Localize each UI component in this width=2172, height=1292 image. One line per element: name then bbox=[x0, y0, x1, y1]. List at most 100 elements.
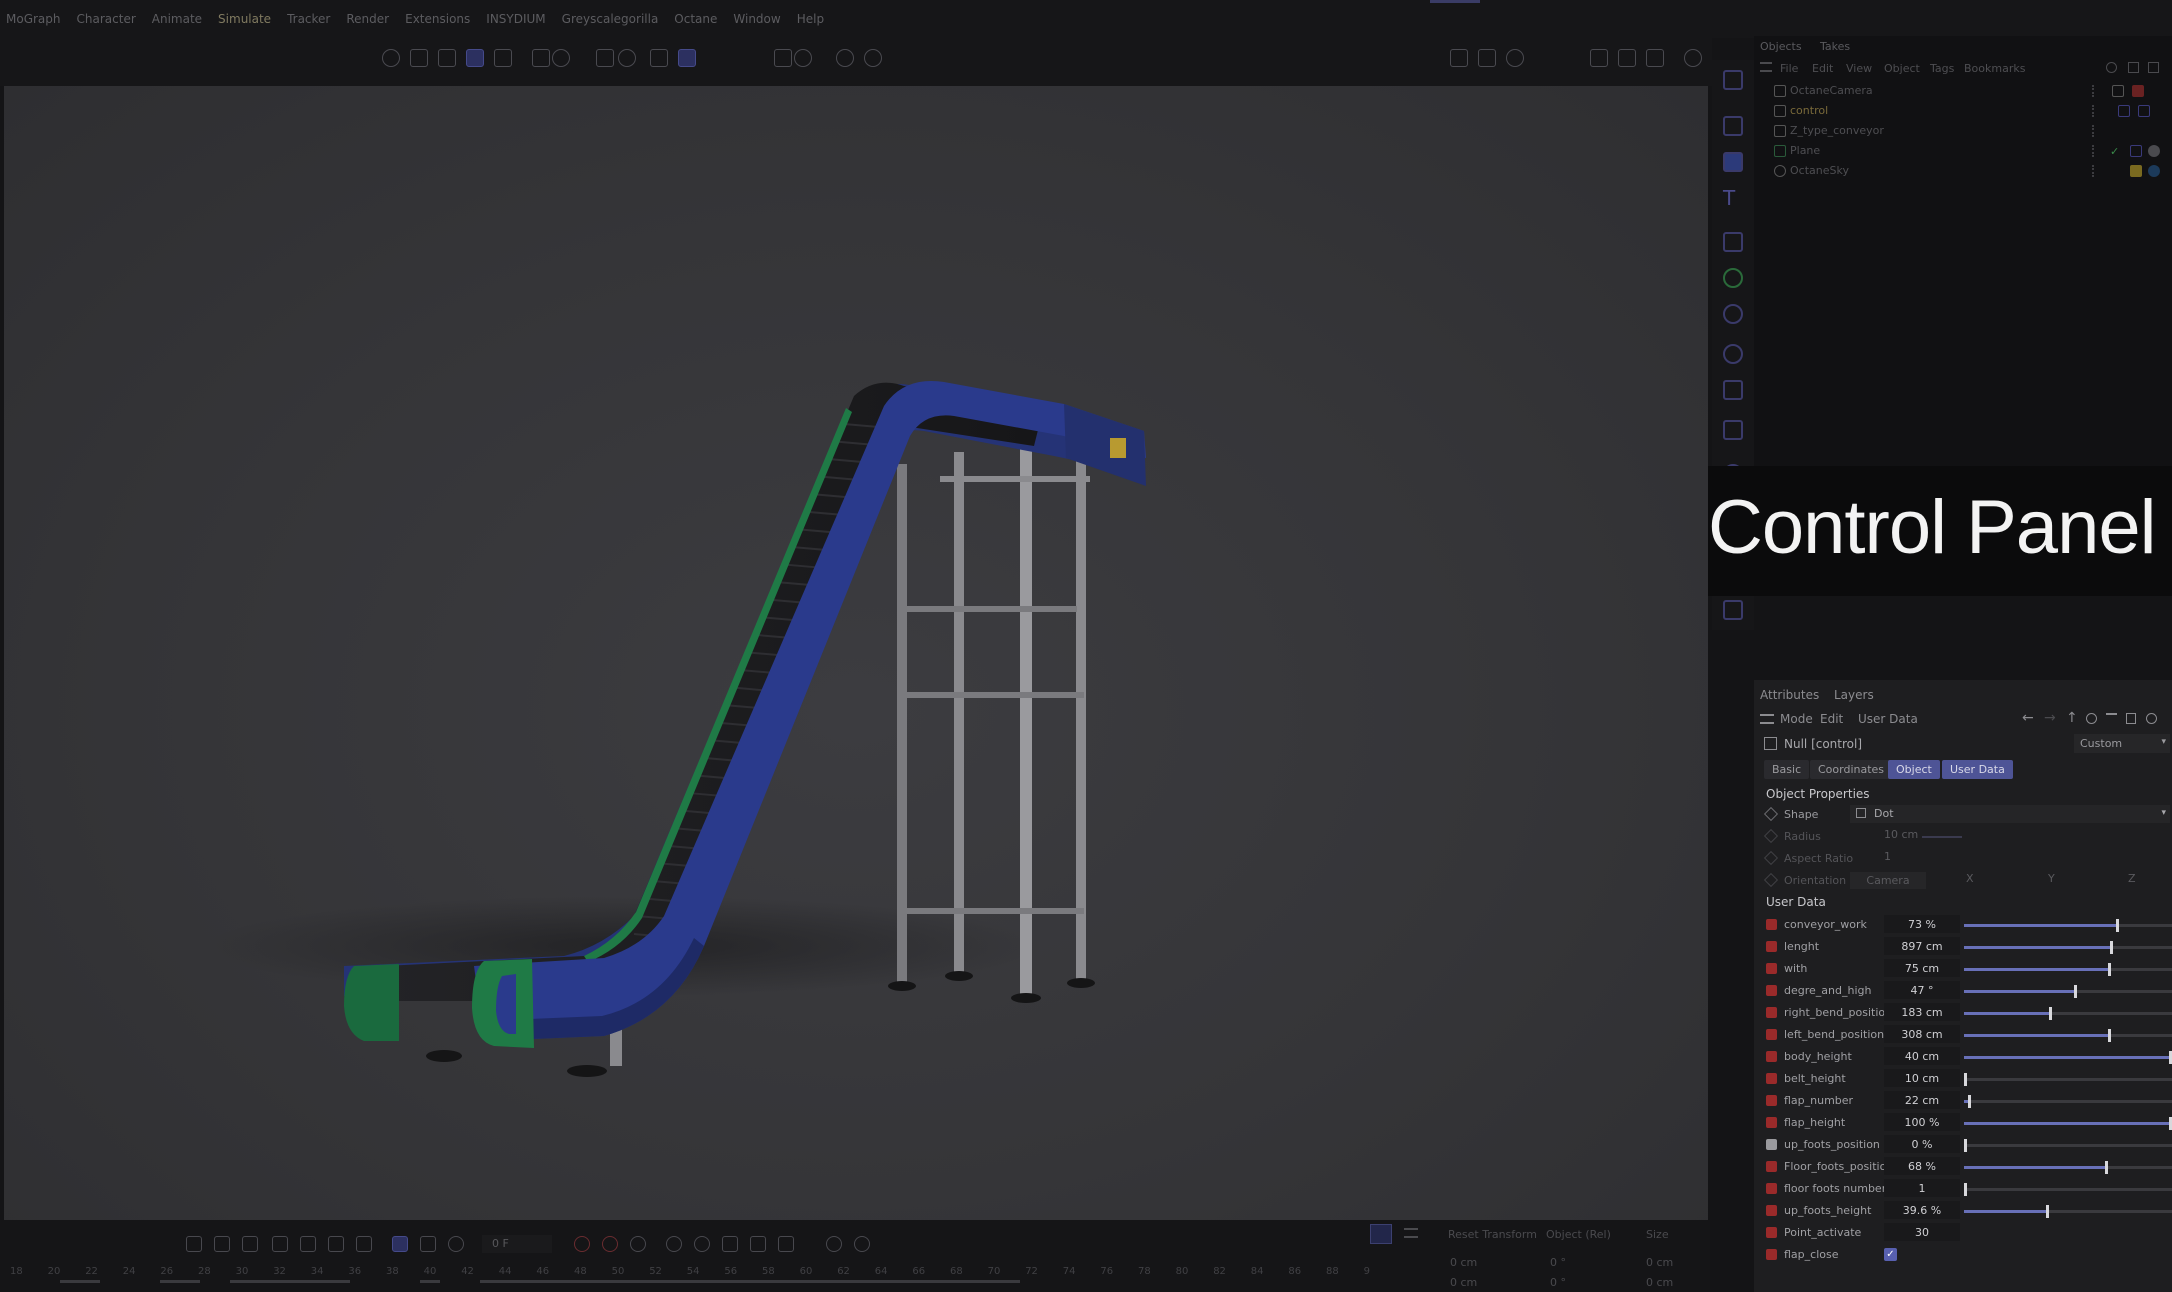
generator-icon[interactable] bbox=[1723, 232, 1743, 252]
om-menu-file[interactable]: File bbox=[1780, 62, 1798, 75]
tab-object[interactable]: Object bbox=[1888, 760, 1940, 779]
slider[interactable] bbox=[1964, 1205, 2172, 1218]
slider[interactable] bbox=[1964, 1161, 2172, 1174]
om-menu-edit[interactable]: Edit bbox=[1812, 62, 1833, 75]
checkbox[interactable]: ✓ bbox=[1884, 1248, 1897, 1261]
keyframe-selection-icon[interactable] bbox=[630, 1236, 646, 1252]
key-rotation-icon[interactable] bbox=[694, 1236, 710, 1252]
size-field[interactable]: 0 cm bbox=[1646, 1276, 1673, 1289]
keyframe-icon[interactable] bbox=[1763, 850, 1779, 866]
value-field[interactable]: 73 % bbox=[1884, 915, 1960, 933]
object-mode-icon[interactable] bbox=[466, 49, 484, 67]
mograph-icon[interactable] bbox=[1723, 268, 1743, 288]
slider-handle[interactable] bbox=[1968, 1095, 1972, 1108]
slider-handle[interactable] bbox=[2074, 985, 2078, 998]
up-arrow-icon[interactable]: ↑ bbox=[2066, 710, 2078, 726]
coordinate-mode-icon[interactable] bbox=[1370, 1224, 1392, 1244]
slider[interactable] bbox=[1964, 919, 2172, 932]
value-field[interactable]: 39.6 % bbox=[1884, 1201, 1960, 1219]
menu-animate[interactable]: Animate bbox=[152, 12, 202, 26]
tab-user-data[interactable]: User Data bbox=[1942, 760, 2013, 779]
play-icon[interactable] bbox=[272, 1236, 288, 1252]
filter-icon[interactable] bbox=[2148, 62, 2159, 73]
mode-dropdown[interactable]: Custom ▾ bbox=[2074, 734, 2170, 753]
menu-insydium[interactable]: INSYDIUM bbox=[486, 12, 545, 26]
slider-handle[interactable] bbox=[2107, 1029, 2111, 1042]
value-field[interactable]: 10 cm bbox=[1884, 1069, 1960, 1087]
null-object-icon[interactable] bbox=[1723, 70, 1743, 90]
text-icon[interactable]: T bbox=[1723, 188, 1743, 208]
menu-octane[interactable]: Octane bbox=[674, 12, 717, 26]
menu-render[interactable]: Render bbox=[346, 12, 389, 26]
object-row[interactable]: OctaneSky bbox=[1768, 162, 2168, 180]
hamburger-icon[interactable] bbox=[1760, 714, 1774, 724]
tab-basic[interactable]: Basic bbox=[1764, 760, 1810, 779]
slider[interactable] bbox=[1964, 1007, 2172, 1020]
value-field[interactable]: 0 % bbox=[1884, 1135, 1960, 1153]
play-anim-icon[interactable] bbox=[382, 49, 400, 67]
record-key-icon[interactable] bbox=[574, 1236, 590, 1252]
render-picture-viewer-icon[interactable] bbox=[1618, 49, 1636, 67]
value-field[interactable]: 30 bbox=[1884, 1223, 1960, 1241]
value-field[interactable]: 1 bbox=[1884, 1179, 1960, 1197]
keyframe-icon[interactable] bbox=[1763, 828, 1779, 844]
axis-icon[interactable] bbox=[532, 49, 550, 67]
search-icon[interactable] bbox=[2086, 713, 2097, 724]
cube-icon[interactable] bbox=[1723, 152, 1743, 172]
snap-settings-icon[interactable] bbox=[618, 49, 636, 67]
texture-mode-icon[interactable] bbox=[494, 49, 512, 67]
key-position-icon[interactable] bbox=[666, 1236, 682, 1252]
tab-layers[interactable]: Layers bbox=[1834, 688, 1874, 702]
keyframe-icon[interactable] bbox=[1763, 806, 1779, 822]
attr-menu-mode[interactable]: Mode bbox=[1780, 712, 1813, 726]
snap-icon[interactable] bbox=[596, 49, 614, 67]
slider[interactable] bbox=[1964, 1051, 2172, 1064]
field-icon[interactable] bbox=[1723, 380, 1743, 400]
sound-icon[interactable] bbox=[448, 1236, 464, 1252]
key-pla-icon[interactable] bbox=[778, 1236, 794, 1252]
slider-handle[interactable] bbox=[2105, 1161, 2109, 1174]
value-field[interactable]: 100 % bbox=[1884, 1113, 1960, 1131]
slider[interactable] bbox=[1964, 1095, 2172, 1108]
reset-transform-button[interactable]: Reset Transform bbox=[1448, 1228, 1537, 1241]
slider-handle[interactable] bbox=[1964, 1073, 1967, 1086]
render-view-icon[interactable] bbox=[1590, 49, 1608, 67]
menu-simulate[interactable]: Simulate bbox=[218, 12, 271, 26]
next-key-icon[interactable] bbox=[328, 1236, 344, 1252]
symmetry-settings-icon[interactable] bbox=[794, 49, 812, 67]
tab-objects[interactable]: Objects bbox=[1760, 40, 1802, 53]
shape-dropdown[interactable]: Dot ▾ bbox=[1850, 805, 2170, 823]
tag-icon[interactable] bbox=[1723, 344, 1743, 364]
auto-key-icon[interactable] bbox=[602, 1236, 618, 1252]
slider-handle[interactable] bbox=[2115, 919, 2119, 932]
menu-greyscalegorilla[interactable]: Greyscalegorilla bbox=[562, 12, 659, 26]
position-field[interactable]: 0 cm bbox=[1450, 1276, 1477, 1289]
attr-menu-user-data[interactable]: User Data bbox=[1858, 712, 1918, 726]
object-row[interactable]: control bbox=[1768, 102, 2168, 120]
slider[interactable] bbox=[1964, 985, 2172, 998]
slider[interactable] bbox=[1964, 963, 2172, 976]
coordinate-icon[interactable] bbox=[1450, 49, 1468, 67]
search-icon[interactable] bbox=[2106, 62, 2117, 73]
menu-extensions[interactable]: Extensions bbox=[405, 12, 470, 26]
go-to-start-icon[interactable] bbox=[186, 1236, 202, 1252]
render-settings-icon[interactable] bbox=[836, 49, 854, 67]
slider[interactable] bbox=[1964, 1183, 2172, 1196]
gear-icon[interactable] bbox=[1723, 304, 1743, 324]
object-row[interactable]: Plane ✓ bbox=[1768, 142, 2168, 160]
radius-slider[interactable] bbox=[1922, 836, 1962, 838]
forward-arrow-icon[interactable]: → bbox=[2044, 710, 2056, 726]
deformer-icon[interactable] bbox=[1723, 420, 1743, 440]
size-dropdown[interactable]: Size bbox=[1646, 1228, 1669, 1241]
rotation-field[interactable]: 0 ° bbox=[1550, 1276, 1566, 1289]
previous-key-icon[interactable] bbox=[214, 1236, 230, 1252]
menu-mograph[interactable]: MoGraph bbox=[6, 12, 61, 26]
position-field[interactable]: 0 cm bbox=[1450, 1256, 1477, 1269]
spline-icon[interactable] bbox=[1723, 116, 1743, 136]
slider-handle[interactable] bbox=[2049, 1007, 2053, 1020]
grid-icon[interactable] bbox=[678, 49, 696, 67]
value-field[interactable]: 897 cm bbox=[1884, 937, 1960, 955]
tab-takes[interactable]: Takes bbox=[1820, 40, 1850, 53]
slider-handle[interactable] bbox=[1964, 1139, 1967, 1152]
slider-handle[interactable] bbox=[2109, 941, 2113, 954]
